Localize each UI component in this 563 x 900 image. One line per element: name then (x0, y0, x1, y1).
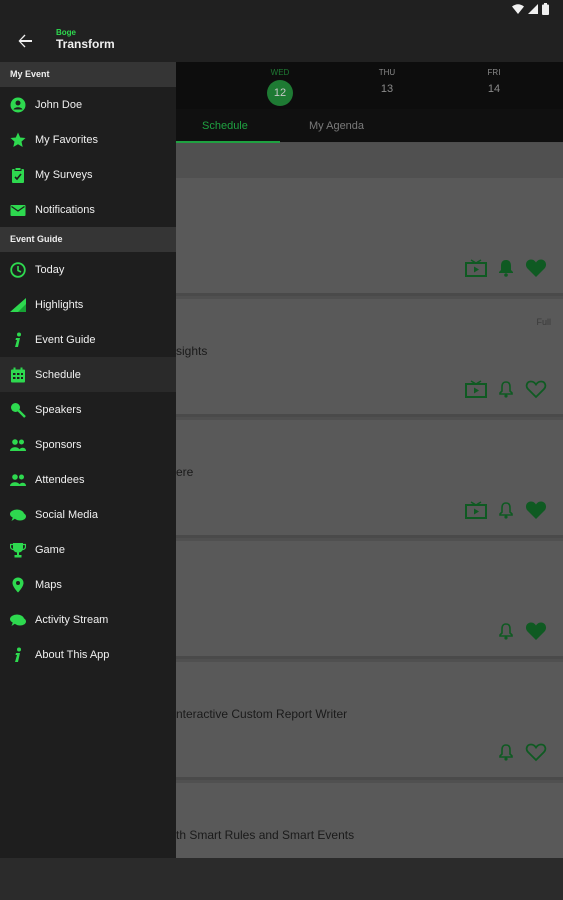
bell-outline-icon[interactable] (497, 501, 515, 524)
drawer-item-label: Activity Stream (35, 613, 109, 626)
drawer-item-label: Today (35, 263, 65, 276)
wifi-icon (512, 4, 524, 14)
drawer-item-sponsors[interactable]: Sponsors (0, 427, 176, 462)
status-bar (0, 0, 563, 20)
drawer-item-event-guide[interactable]: Event Guide (0, 322, 176, 357)
session-tag: Full (536, 317, 551, 327)
drawer-item-maps[interactable]: Maps (0, 567, 176, 602)
drawer-item-activity-stream[interactable]: Activity Stream (0, 602, 176, 637)
heart-filled-icon[interactable] (525, 621, 547, 646)
heart-outline-icon[interactable] (525, 742, 547, 767)
info-icon (10, 647, 26, 663)
drawer-item-label: Attendees (35, 473, 85, 486)
section-header-my-event: My Event (0, 62, 176, 87)
clock-icon (10, 261, 26, 278)
heart-outline-icon[interactable] (525, 379, 547, 404)
chat-icon (10, 507, 26, 523)
battery-icon (542, 3, 549, 15)
drawer-item-about-this-app[interactable]: About This App (0, 637, 176, 672)
date-num: 13 (380, 83, 394, 95)
date-num-selected: 12 (267, 80, 293, 106)
drawer-item-social-media[interactable]: Social Media (0, 497, 176, 532)
date-item[interactable]: FRI 14 (464, 68, 524, 95)
trophy-icon (10, 542, 26, 558)
app-bar: Boge Transform (0, 20, 563, 62)
drawer-item-label: Notifications (35, 203, 95, 216)
drawer-item-attendees[interactable]: Attendees (0, 462, 176, 497)
tab-schedule[interactable]: Schedule (202, 120, 248, 132)
date-dow: FRI (487, 68, 501, 77)
star-icon (10, 132, 26, 148)
date-item[interactable]: THU 13 (357, 68, 417, 95)
bell-outline-icon[interactable] (497, 380, 515, 403)
drawer-item-label: About This App (35, 648, 110, 661)
video-icon[interactable] (465, 380, 487, 403)
video-icon[interactable] (465, 501, 487, 524)
mail-icon (10, 202, 26, 218)
drawer-item-label: Schedule (35, 368, 81, 381)
drawer-item-label: Speakers (35, 403, 82, 416)
drawer-item-label: My Surveys (35, 168, 93, 181)
bell-outline-icon[interactable] (497, 622, 515, 645)
drawer-item-label: Social Media (35, 508, 98, 521)
drawer-item-game[interactable]: Game (0, 532, 176, 567)
session-title: sights (176, 344, 208, 358)
video-icon[interactable] (465, 259, 487, 282)
drawer-item-speakers[interactable]: Speakers (0, 392, 176, 427)
date-item-selected[interactable]: WED 12 (250, 68, 310, 106)
group-icon (10, 437, 26, 453)
bell-filled-icon[interactable] (497, 259, 515, 282)
bell-outline-icon[interactable] (497, 743, 515, 766)
drawer-item-notifications[interactable]: Notifications (0, 192, 176, 227)
tab-my-agenda[interactable]: My Agenda (309, 120, 364, 132)
survey-icon (10, 166, 26, 183)
date-dow: THU (378, 68, 396, 77)
drawer-item-schedule[interactable]: Schedule (0, 357, 176, 392)
person-icon (10, 97, 26, 113)
calendar-icon (10, 367, 26, 383)
back-button[interactable] (12, 28, 38, 54)
session-title: ere (176, 465, 194, 479)
drawer-item-label: John Doe (35, 98, 83, 111)
drawer-item-label: Sponsors (35, 438, 82, 451)
navigation-drawer: My Event John Doe My Favorites My Survey… (0, 62, 176, 858)
session-title: nteractive Custom Report Writer (176, 707, 348, 721)
map-pin-icon (10, 577, 26, 593)
drawer-item-label: Event Guide (35, 333, 96, 346)
date-dow: WED (270, 68, 290, 77)
logo-big-text: Transform (56, 37, 115, 51)
group-icon (10, 472, 26, 488)
drawer-item-label: Game (35, 543, 65, 556)
screen: Boge Transform WED 12 THU 13 FRI 14 Sche… (0, 0, 563, 900)
drawer-item-label: My Favorites (35, 133, 98, 146)
arrow-back-icon (18, 34, 32, 48)
app-logo: Boge Transform (56, 28, 115, 51)
drawer-item-my-favorites[interactable]: My Favorites (0, 122, 176, 157)
drawer-item-label: Highlights (35, 298, 84, 311)
logo-small-text: Boge (56, 28, 76, 37)
drawer-item-highlights[interactable]: Highlights (0, 287, 176, 322)
signal-icon (10, 297, 26, 313)
microphone-icon (10, 402, 26, 418)
session-title: th Smart Rules and Smart Events (176, 828, 355, 842)
heart-filled-icon[interactable] (525, 500, 547, 525)
section-header-event-guide: Event Guide (0, 227, 176, 252)
heart-filled-icon[interactable] (525, 258, 547, 283)
drawer-item-label: Maps (35, 578, 62, 591)
drawer-item-my-surveys[interactable]: My Surveys (0, 157, 176, 192)
navigation-bar (0, 858, 563, 900)
signal-icon (528, 4, 538, 14)
chat-icon (10, 612, 26, 628)
date-num: 14 (487, 83, 501, 95)
drawer-item-john-doe[interactable]: John Doe (0, 87, 176, 122)
drawer-item-today[interactable]: Today (0, 252, 176, 287)
info-icon (10, 332, 26, 348)
